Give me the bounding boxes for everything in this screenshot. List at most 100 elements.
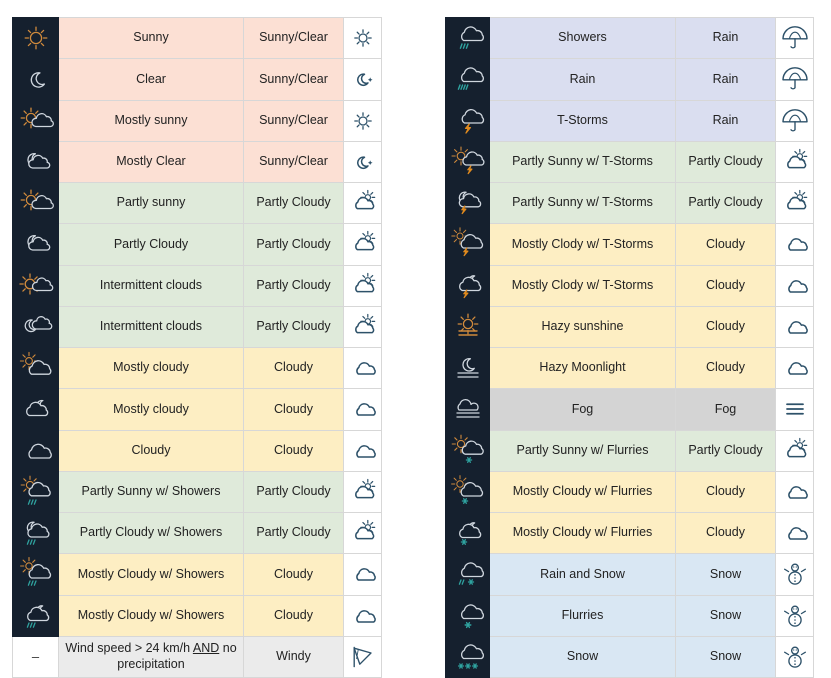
table-row: Mostly cloudy Cloudy bbox=[12, 388, 382, 431]
source-description-cell: Mostly Cloudy w/ Showers bbox=[58, 594, 244, 637]
source-icon-cell bbox=[445, 511, 490, 555]
source-description-cell: Mostly Cloudy w/ Flurries bbox=[489, 470, 676, 514]
mapped-group-cell: Partly Cloudy bbox=[675, 429, 776, 472]
snowman-icon bbox=[776, 602, 813, 630]
moon-icon bbox=[13, 62, 58, 96]
output-icon-cell bbox=[343, 223, 382, 266]
sun-cloud-icon bbox=[344, 272, 381, 300]
source-icon-cell bbox=[12, 511, 59, 555]
output-icon-cell bbox=[343, 16, 382, 60]
output-icon-cell bbox=[343, 635, 382, 678]
source-icon-cell bbox=[12, 181, 59, 225]
weather-mapping-table-left: Sunny Sunny/Clear Clear Sunny/Clear Mostly s… bbox=[12, 16, 382, 678]
cloud-icon bbox=[344, 560, 381, 588]
source-description-cell: Fog bbox=[489, 388, 676, 431]
output-icon-cell bbox=[775, 264, 814, 307]
table-row: Intermittent clouds Partly Cloudy bbox=[12, 305, 382, 349]
source-icon-cell bbox=[12, 264, 59, 307]
moon-cloud-bolt-icon bbox=[446, 186, 489, 220]
source-icon-cell bbox=[445, 470, 490, 514]
weather-mapping-table-right: Showers Rain Rain Rain T-Storms Rain Partly Su… bbox=[445, 16, 814, 678]
source-description-cell: Sunny bbox=[58, 16, 244, 60]
source-description-cell: Rain and Snow bbox=[489, 553, 676, 596]
mapped-group-cell: Partly Cloudy bbox=[243, 223, 344, 266]
source-description-cell: Intermittent clouds bbox=[58, 305, 244, 349]
source-description-cell: Mostly Clody w/ T-Storms bbox=[489, 264, 676, 307]
table-body-right: Showers Rain Rain Rain T-Storms Rain Partly Su… bbox=[445, 16, 814, 678]
snowman-icon bbox=[776, 560, 813, 588]
mapped-group-cell: Partly Cloudy bbox=[243, 511, 344, 555]
mapped-group-cell: Rain bbox=[675, 99, 776, 142]
sun-cloud-small-icon bbox=[13, 269, 58, 303]
output-icon-cell bbox=[343, 181, 382, 225]
mapped-group-cell: Sunny/Clear bbox=[243, 58, 344, 101]
sun-cloud-snow-icon bbox=[446, 434, 489, 468]
output-icon-cell bbox=[775, 181, 814, 225]
cloud-rain-snow-icon bbox=[446, 557, 489, 591]
output-icon-cell bbox=[343, 553, 382, 596]
mapped-group-cell: Cloudy bbox=[675, 470, 776, 514]
source-icon-cell bbox=[12, 553, 59, 596]
source-description-cell: Mostly sunny bbox=[58, 99, 244, 142]
sun-cloud-bolt-icon bbox=[446, 145, 489, 179]
umbrella-icon bbox=[776, 65, 813, 93]
source-icon-cell bbox=[12, 594, 59, 637]
moon-cloud-icon bbox=[13, 145, 58, 179]
table-row: Sunny Sunny/Clear bbox=[12, 16, 382, 60]
source-description-cell: Flurries bbox=[489, 594, 676, 637]
source-description-cell: Snow bbox=[489, 635, 676, 678]
source-description-cell: Partly Sunny w/ T-Storms bbox=[489, 140, 676, 184]
mapped-group-cell: Partly Cloudy bbox=[243, 470, 344, 514]
snowman-icon bbox=[776, 643, 813, 671]
output-icon-cell bbox=[775, 511, 814, 555]
source-icon-cell bbox=[445, 305, 490, 349]
table-row: Mostly Cloudy w/ Showers Cloudy bbox=[12, 594, 382, 637]
moon-cloud-rain-icon bbox=[13, 516, 58, 550]
source-icon-cell bbox=[445, 140, 490, 184]
source-description-cell: Partly sunny bbox=[58, 181, 244, 225]
mapped-group-cell: Cloudy bbox=[675, 346, 776, 390]
output-icon-cell bbox=[775, 223, 814, 266]
output-icon-cell bbox=[775, 58, 814, 101]
source-icon-cell bbox=[445, 635, 490, 678]
source-description-cell: Hazy sunshine bbox=[489, 305, 676, 349]
cloud-snow-three-icon bbox=[446, 640, 489, 674]
source-description-cell: Rain bbox=[489, 58, 676, 101]
source-icon-cell bbox=[12, 429, 59, 472]
source-icon-cell bbox=[445, 181, 490, 225]
source-icon-cell: – bbox=[12, 635, 59, 678]
sun-cloud-icon bbox=[13, 104, 58, 138]
source-icon-cell bbox=[445, 346, 490, 390]
table-row: Mostly Cloudy w/ Flurries Cloudy bbox=[445, 470, 814, 514]
sun-behind-cloud-snow-icon bbox=[446, 474, 489, 509]
sun-cloud-icon bbox=[344, 189, 381, 217]
source-icon-cell bbox=[445, 264, 490, 307]
source-description-cell: Partly Sunny w/ T-Storms bbox=[489, 181, 676, 225]
table-body-left: Sunny Sunny/Clear Clear Sunny/Clear Mostly s… bbox=[12, 16, 382, 678]
source-description-cell: Hazy Moonlight bbox=[489, 346, 676, 390]
mapped-group-cell: Partly Cloudy bbox=[675, 140, 776, 184]
weather-mapping-board: Sunny Sunny/Clear Clear Sunny/Clear Mostly s… bbox=[0, 0, 831, 678]
cloud-icon bbox=[776, 519, 813, 547]
source-description-cell: Partly Sunny w/ Flurries bbox=[489, 429, 676, 472]
sun-cloud-icon bbox=[344, 478, 381, 506]
mapped-group-cell: Cloudy bbox=[675, 264, 776, 307]
cloud-icon bbox=[13, 434, 58, 468]
cloud-icon bbox=[776, 354, 813, 382]
mapped-group-cell: Partly Cloudy bbox=[243, 181, 344, 225]
output-icon-cell bbox=[775, 594, 814, 637]
output-icon-cell bbox=[343, 429, 382, 472]
output-icon-cell bbox=[775, 140, 814, 184]
moon-behind-cloud-bolt-icon bbox=[446, 269, 489, 303]
sun-cloud-icon bbox=[344, 230, 381, 258]
moon-star-icon bbox=[344, 65, 381, 93]
mapped-group-cell: Partly Cloudy bbox=[675, 181, 776, 225]
source-description-cell: Mostly Clear bbox=[58, 140, 244, 184]
mapped-group-cell: Snow bbox=[675, 594, 776, 637]
source-icon-cell bbox=[12, 99, 59, 142]
table-row: Partly Sunny w/ Showers Partly Cloudy bbox=[12, 470, 382, 514]
mapped-group-cell: Cloudy bbox=[243, 346, 344, 390]
mapped-group-cell: Sunny/Clear bbox=[243, 140, 344, 184]
moon-behind-cloud-rain-icon bbox=[13, 599, 58, 633]
source-icon-cell bbox=[445, 16, 490, 60]
